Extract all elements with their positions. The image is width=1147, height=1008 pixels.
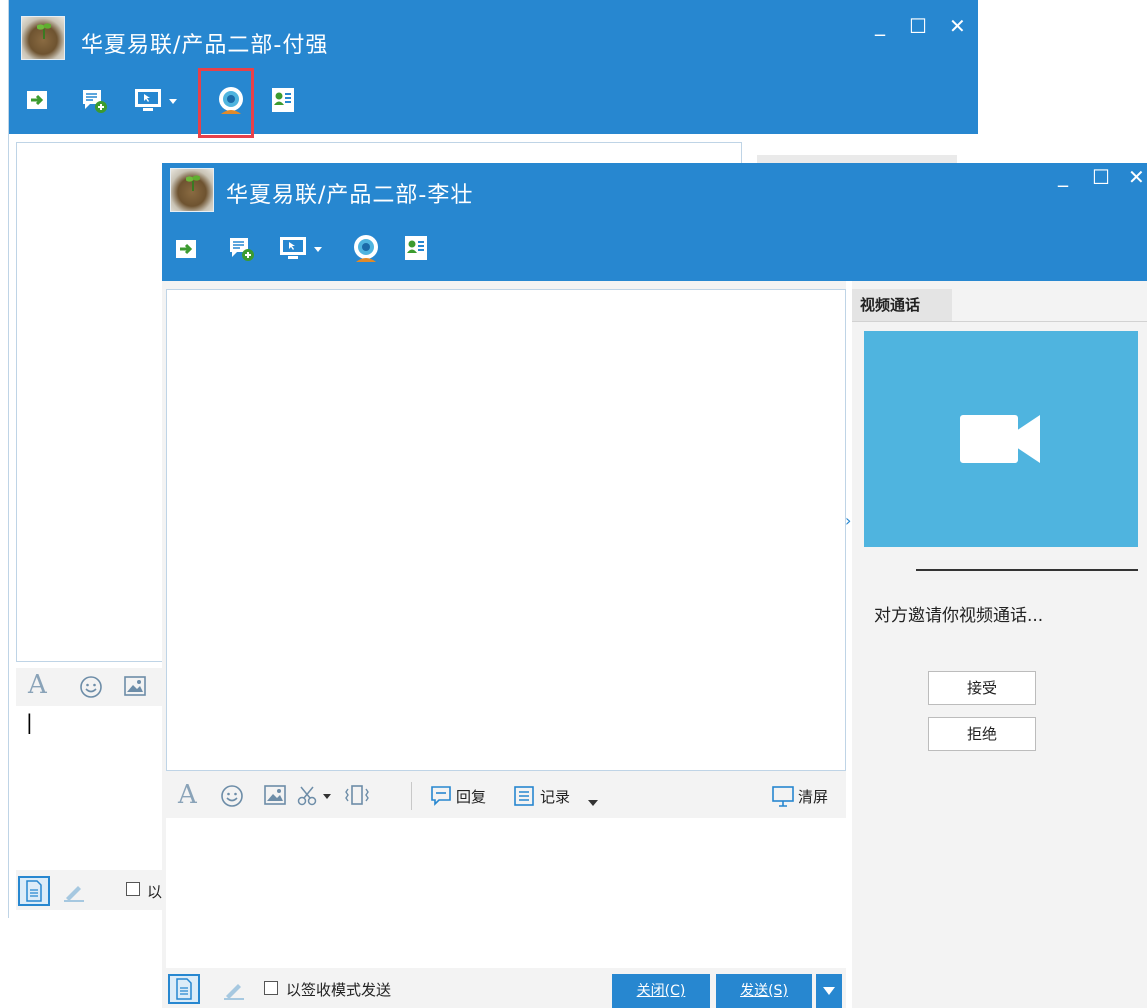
maximize-button[interactable]: ☐ bbox=[909, 16, 927, 36]
highlight-box bbox=[198, 68, 254, 138]
record-icon[interactable] bbox=[514, 786, 534, 810]
emoji-icon[interactable] bbox=[220, 784, 244, 812]
chat-column: A 回复 记录 清屏 以签收模式发送 关闭(C) 发送(S) bbox=[162, 281, 846, 1008]
contact-card-icon[interactable] bbox=[402, 234, 428, 260]
tab-video-call[interactable]: 视频通话 bbox=[852, 289, 952, 321]
close-chat-button[interactable]: 关闭(C) bbox=[612, 974, 710, 1008]
avatar[interactable] bbox=[21, 16, 65, 60]
reply-icon[interactable] bbox=[430, 785, 452, 811]
reply-label[interactable]: 回复 bbox=[456, 786, 486, 807]
vibrate-icon[interactable] bbox=[344, 783, 370, 811]
screenshot-scissors-icon[interactable] bbox=[296, 785, 336, 811]
progress-line bbox=[916, 569, 1138, 571]
video-camera-icon bbox=[960, 415, 1040, 463]
window-title: 华夏易联/产品二部-李壮 bbox=[226, 183, 474, 208]
video-preview bbox=[864, 331, 1138, 547]
maximize-button[interactable]: ☐ bbox=[1092, 167, 1110, 187]
font-icon[interactable]: A bbox=[178, 780, 197, 810]
accept-button[interactable]: 接受 bbox=[928, 671, 1036, 705]
clear-screen-label[interactable]: 清屏 bbox=[798, 786, 828, 807]
sign-mode-checkbox[interactable] bbox=[126, 882, 140, 896]
sign-mode-checkbox[interactable] bbox=[264, 981, 278, 995]
pen-icon[interactable] bbox=[62, 882, 86, 906]
avatar[interactable] bbox=[170, 168, 214, 212]
document-mode-icon[interactable] bbox=[18, 876, 50, 906]
input-area[interactable]: | bbox=[16, 706, 176, 866]
send-button[interactable]: 发送(S) bbox=[716, 974, 812, 1008]
transfer-file-icon[interactable] bbox=[174, 236, 200, 262]
sign-mode-label: 以签收模式发送 bbox=[286, 981, 392, 999]
message-input[interactable] bbox=[166, 818, 846, 968]
minimize-button[interactable]: _ bbox=[1058, 165, 1068, 185]
contact-card-icon[interactable] bbox=[269, 86, 295, 112]
transfer-file-icon[interactable] bbox=[25, 87, 51, 113]
pen-icon[interactable] bbox=[222, 980, 246, 1004]
clear-screen-icon[interactable] bbox=[772, 786, 794, 812]
webcam-icon[interactable] bbox=[350, 232, 382, 268]
front-title-bar: 华夏易联/产品二部-李壮 _ ☐ ✕ bbox=[162, 163, 1147, 281]
video-call-panel: 视频通话 对方邀请你视频通话... 接受 拒绝 bbox=[852, 281, 1147, 1008]
document-mode-icon[interactable] bbox=[168, 974, 200, 1004]
invite-text: 对方邀请你视频通话... bbox=[874, 606, 1044, 626]
send-options-button[interactable] bbox=[816, 974, 842, 1008]
remote-desktop-icon[interactable] bbox=[278, 235, 328, 261]
sign-mode-label: 以 bbox=[147, 883, 163, 901]
emoji-icon[interactable] bbox=[79, 675, 103, 703]
window-title: 华夏易联/产品二部-付强 bbox=[81, 33, 329, 58]
close-button[interactable]: ✕ bbox=[1128, 167, 1145, 187]
remote-desktop-icon[interactable] bbox=[133, 87, 183, 113]
record-label[interactable]: 记录 bbox=[540, 786, 570, 807]
image-icon[interactable] bbox=[124, 676, 146, 700]
toolbar-divider bbox=[411, 782, 412, 810]
minimize-button[interactable]: _ bbox=[875, 14, 885, 34]
back-title-bar: 华夏易联/产品二部-付强 _ ☐ ✕ bbox=[9, 0, 978, 138]
text-cursor: | bbox=[26, 710, 33, 734]
bottom-bar: 以签收模式发送 关闭(C) 发送(S) bbox=[166, 968, 846, 1008]
format-toolbar: A 回复 记录 清屏 bbox=[166, 776, 846, 816]
bottom-bar: 以 bbox=[16, 870, 176, 910]
collapse-arrow[interactable]: › bbox=[845, 511, 851, 530]
tab-bar-line bbox=[852, 321, 1147, 322]
add-message-icon[interactable] bbox=[228, 235, 254, 261]
message-history[interactable] bbox=[166, 289, 846, 771]
font-icon[interactable]: A bbox=[28, 670, 47, 700]
image-icon[interactable] bbox=[264, 785, 286, 809]
record-dropdown-icon[interactable] bbox=[587, 792, 599, 811]
format-toolbar: A bbox=[16, 668, 176, 706]
add-message-icon[interactable] bbox=[81, 87, 107, 113]
reject-button[interactable]: 拒绝 bbox=[928, 717, 1036, 751]
close-button[interactable]: ✕ bbox=[949, 16, 966, 36]
front-chat-window: 华夏易联/产品二部-李壮 _ ☐ ✕ A 回复 记录 清屏 以签收模式发送 关闭… bbox=[162, 163, 1147, 1008]
